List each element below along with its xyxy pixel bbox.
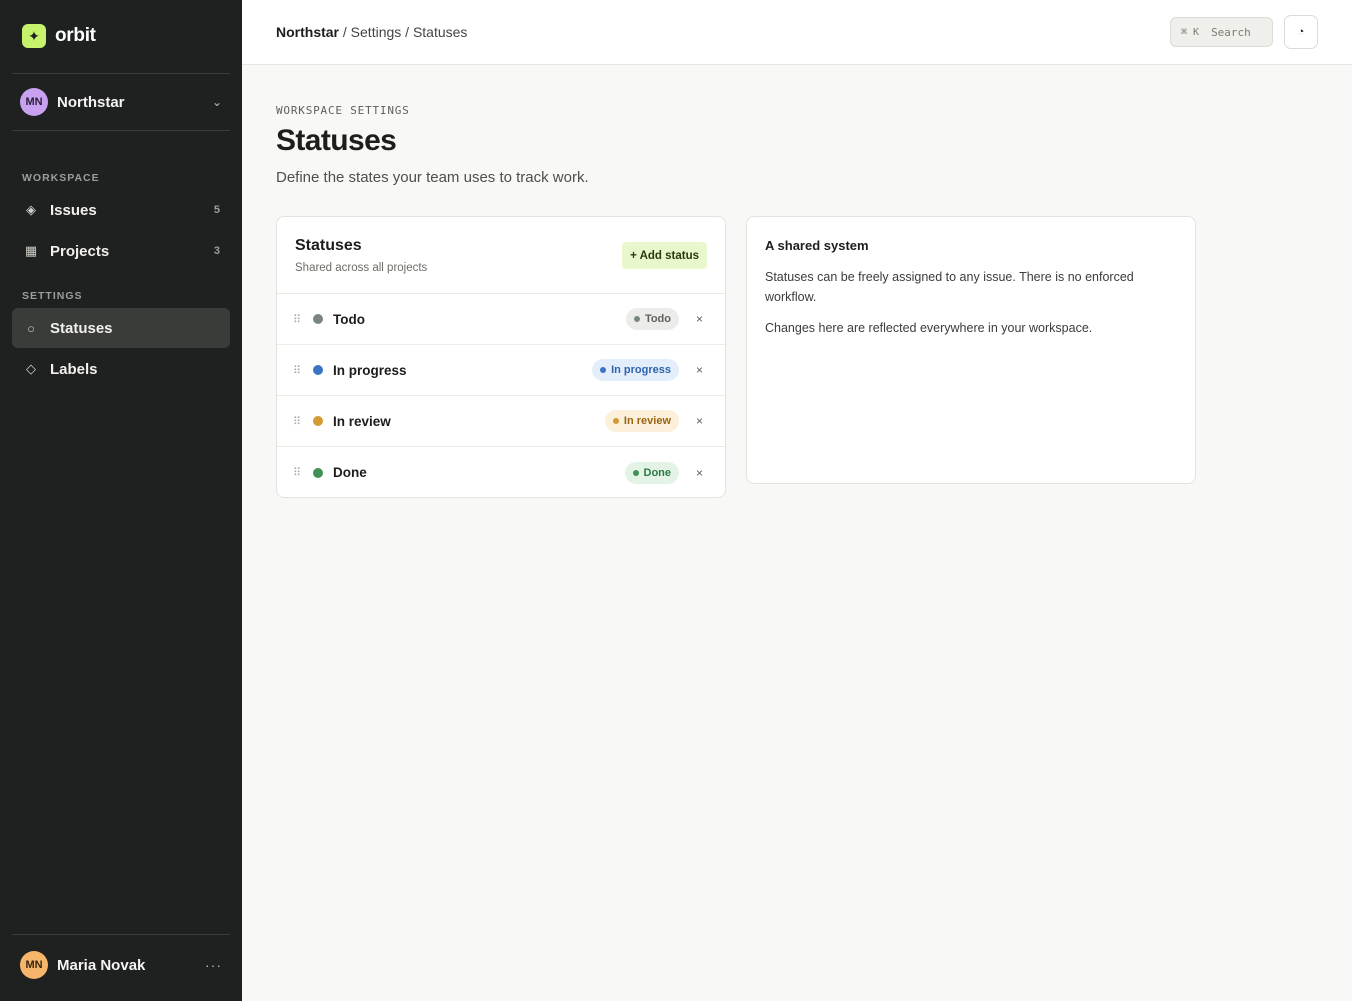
drag-handle-icon[interactable]: ⠿ <box>293 313 301 326</box>
close-icon[interactable]: × <box>696 466 703 480</box>
drag-handle-icon[interactable]: ⠿ <box>293 364 301 377</box>
user-menu[interactable]: MN Maria Novak ··· <box>20 951 222 979</box>
more-icon[interactable]: ··· <box>205 957 222 973</box>
card-subtitle: Shared across all projects <box>295 262 428 274</box>
grid-icon: ▦ <box>24 243 38 258</box>
status-badge: Todo <box>625 308 679 330</box>
add-status-button[interactable]: + Add status <box>622 242 707 269</box>
badge-label: In progress <box>611 364 671 376</box>
circle-icon: ○ <box>27 320 35 336</box>
sidebar: ✦ orbit MN Northstar ⌄ WORKSPACE ◈ Issue… <box>0 0 242 1001</box>
info-paragraph: Statuses can be freely assigned to any i… <box>765 270 1134 304</box>
badge-dot <box>612 418 619 424</box>
diamond-icon: ◈ <box>26 202 36 217</box>
sidebar-item-count: 3 <box>213 245 220 257</box>
breadcrumb-root[interactable]: Northstar <box>276 24 339 40</box>
sidebar-item-label: Labels <box>50 360 98 378</box>
badge-label: Todo <box>644 313 671 325</box>
status-row-in-review: ⠿ In review In review × <box>277 396 725 447</box>
breadcrumb-trail: / Settings / Statuses <box>339 24 468 40</box>
section-label-workspace: WORKSPACE <box>22 172 100 184</box>
info-title: A shared system <box>765 238 869 253</box>
sidebar-item-labels[interactable]: ◇ Labels <box>12 349 230 389</box>
brand-name: orbit <box>55 25 96 46</box>
sidebar-item-label: Issues <box>50 201 97 219</box>
badge-dot <box>600 367 607 373</box>
status-color-dot <box>313 416 323 426</box>
sidebar-item-label: Projects <box>50 242 110 260</box>
page-eyebrow: WORKSPACE SETTINGS <box>276 104 410 117</box>
search-button[interactable]: ⌘ K Search <box>1170 17 1273 47</box>
badge-label: Done <box>643 466 672 479</box>
sidebar-item-projects[interactable]: ▦ Projects 3 <box>12 231 230 271</box>
card-header: Statuses Shared across all projects + Ad… <box>277 217 725 294</box>
drag-handle-icon[interactable]: ⠿ <box>293 415 301 428</box>
status-row-done: ⠿ Done Done × <box>277 447 725 498</box>
sidebar-divider <box>12 934 230 935</box>
close-icon[interactable]: × <box>696 363 703 377</box>
sidebar-item-count: 5 <box>213 204 220 216</box>
status-name: Done <box>333 465 367 480</box>
badge-dot <box>633 316 640 322</box>
status-badge: Done <box>624 461 679 484</box>
status-color-dot <box>313 365 323 375</box>
sidebar-divider <box>12 130 230 131</box>
drag-handle-icon[interactable]: ⠿ <box>293 466 301 479</box>
status-name: In review <box>333 413 391 429</box>
status-row-in-progress: ⠿ In progress In progress × <box>277 345 725 396</box>
close-icon[interactable]: × <box>696 414 703 428</box>
tag-diamond-icon: ◇ <box>26 361 36 376</box>
status-row-todo: ⠿ Todo Todo × <box>277 294 725 345</box>
chevron-down-icon: ⌄ <box>211 95 222 109</box>
info-card: A shared system Statuses can be freely a… <box>746 216 1196 484</box>
breadcrumb: Northstar / Settings / Statuses <box>276 24 467 40</box>
sidebar-item-label: Statuses <box>50 319 113 337</box>
page-title: Statuses <box>276 124 397 157</box>
brand[interactable]: ✦ orbit <box>22 24 96 48</box>
card-title: Statuses <box>295 237 362 254</box>
shortcut-hint: ⌘ K <box>1181 26 1200 38</box>
sidebar-item-statuses[interactable]: ○ Statuses <box>12 308 230 348</box>
section-label-settings: SETTINGS <box>22 290 83 302</box>
statuses-card: Statuses Shared across all projects + Ad… <box>276 216 726 498</box>
status-badge: In progress <box>592 359 679 381</box>
page-description: Define the states your team uses to trac… <box>276 169 589 186</box>
info-paragraph: Changes here are reflected everywhere in… <box>765 321 1093 335</box>
user-name: Maria Novak <box>57 956 146 974</box>
user-avatar: MN <box>20 951 48 979</box>
sidebar-divider <box>12 73 230 74</box>
workspace-name: Northstar <box>57 93 125 111</box>
status-name: In progress <box>333 362 407 378</box>
sidebar-item-issues[interactable]: ◈ Issues 5 <box>12 190 230 230</box>
status-color-dot <box>313 314 323 324</box>
top-bar: Northstar / Settings / Statuses ⌘ K Sear… <box>242 0 1352 65</box>
status-name: Todo <box>333 311 365 327</box>
workspace-switcher[interactable]: MN Northstar ⌄ <box>20 88 222 116</box>
workspace-avatar: MN <box>20 88 48 116</box>
search-label: Search <box>1211 25 1251 39</box>
status-color-dot <box>313 467 323 478</box>
close-icon[interactable]: × <box>696 312 703 326</box>
badge-dot <box>632 469 639 476</box>
orbit-logo-icon: ✦ <box>22 24 46 48</box>
badge-label: In review <box>623 415 671 427</box>
clock-icon[interactable]: ◔ <box>1284 15 1318 49</box>
status-badge: In review <box>604 410 679 432</box>
